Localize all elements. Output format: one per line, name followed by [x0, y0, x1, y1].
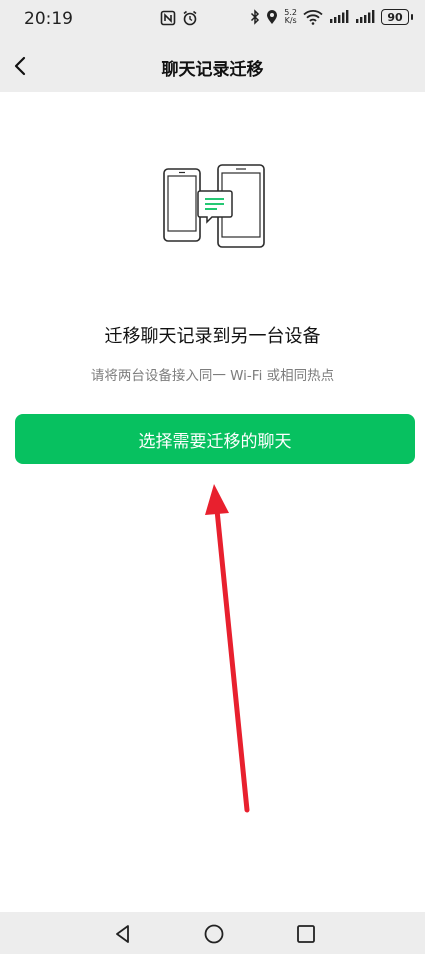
location-icon: [267, 10, 278, 24]
back-triangle-icon[interactable]: [112, 923, 134, 945]
nfc-icon: [160, 10, 176, 26]
battery-level: 90: [387, 10, 403, 24]
net-speed: 5.2 K/s: [284, 9, 297, 25]
net-speed-unit: K/s: [284, 16, 297, 25]
status-notification-icons: [160, 10, 198, 26]
home-circle-icon[interactable]: [203, 923, 225, 945]
annotation-arrow-icon: [205, 484, 250, 813]
wifi-icon: [303, 10, 323, 25]
battery-icon: 90: [381, 9, 409, 25]
bluetooth-icon: [251, 9, 260, 25]
migration-hint: 请将两台设备接入同一 Wi-Fi 或相同热点: [90, 368, 335, 384]
select-chats-button[interactable]: 选择需要迁移的聊天: [15, 414, 415, 464]
alarm-icon: [183, 10, 197, 26]
status-time: 20:19: [24, 9, 73, 29]
recents-square-icon[interactable]: [295, 923, 317, 945]
system-nav-bar: [0, 912, 425, 954]
status-bar: 20:19 5.2 K/s 90: [0, 0, 425, 40]
signal-icon-2: [356, 10, 375, 23]
page-title: 聊天记录迁移: [161, 60, 264, 80]
battery-tip: [411, 14, 413, 20]
signal-icon: [330, 10, 349, 23]
phones-transfer-icon: [163, 164, 265, 248]
migration-heading: 迁移聊天记录到另一台设备: [104, 326, 321, 347]
status-system-icons: 5.2 K/s 90: [250, 9, 413, 25]
title-bar: 聊天记录迁移: [0, 40, 425, 92]
